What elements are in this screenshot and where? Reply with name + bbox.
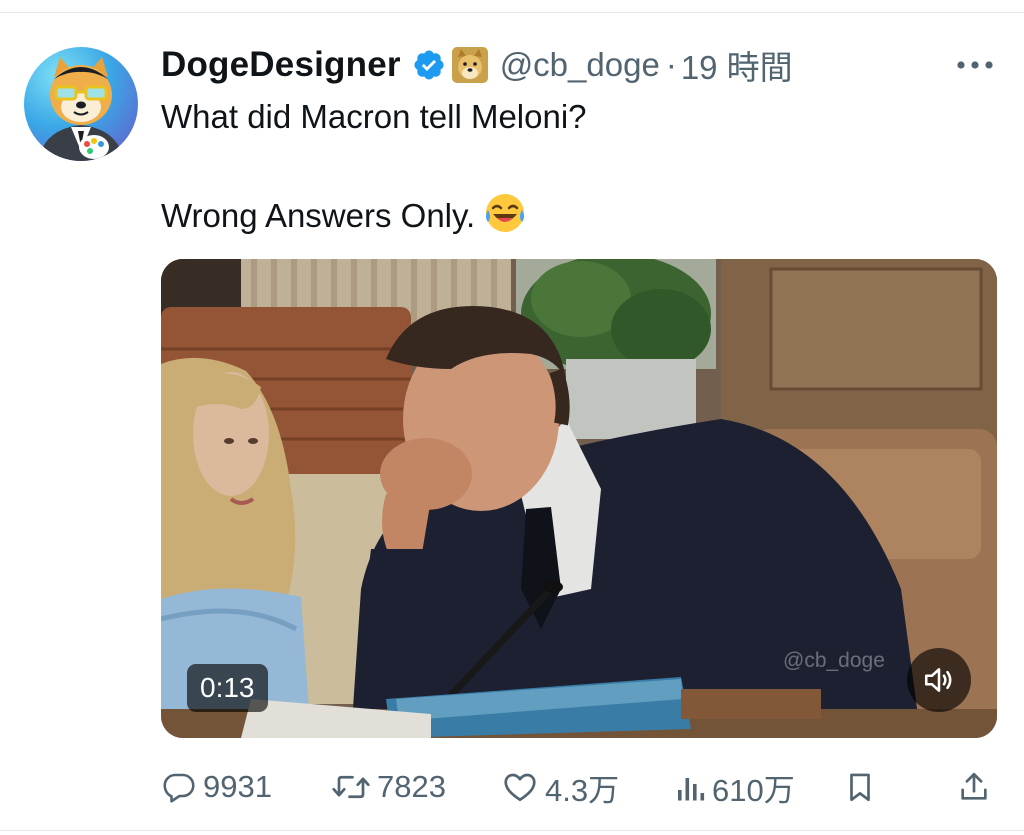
like-icon <box>504 773 536 802</box>
bookmark-icon <box>850 773 870 802</box>
share-button[interactable] <box>957 764 991 810</box>
repost-icon <box>332 775 370 799</box>
video-duration-badge: 0:13 <box>187 664 268 712</box>
handle[interactable]: @cb_doge <box>500 46 660 84</box>
tweet-text-line-1: What did Macron tell Meloni? <box>161 98 587 135</box>
views-count: 610万 <box>712 772 795 808</box>
separator-dot: · <box>665 46 677 83</box>
top-divider <box>0 12 1024 13</box>
bottom-divider <box>0 830 1024 831</box>
video-player[interactable]: @cb_doge 0:13 <box>161 259 997 738</box>
like-button[interactable]: 4.3万 <box>501 764 619 810</box>
tweet-text-line-2: Wrong Answers Only. <box>161 197 476 234</box>
tweet-action-bar: 9931 7823 4.3万 610万 <box>161 764 997 810</box>
reply-icon <box>163 773 195 803</box>
views-icon <box>678 778 705 801</box>
share-icon <box>961 772 987 800</box>
speaker-icon <box>924 668 952 692</box>
display-name[interactable]: DogeDesigner <box>161 45 401 85</box>
mute-toggle-button[interactable] <box>907 648 971 712</box>
video-watermark: @cb_doge <box>783 649 885 672</box>
views-button[interactable]: 610万 <box>674 764 795 810</box>
bookmark-button[interactable] <box>843 764 877 810</box>
reply-button[interactable]: 9931 <box>161 764 272 810</box>
verified-badge-icon[interactable] <box>412 48 446 82</box>
tweet-header: DogeDesigner @cb_doge · 19 時間 <box>161 40 793 90</box>
tweet-text: What did Macron tell Meloni? Wrong Answe… <box>161 92 587 240</box>
avatar[interactable] <box>24 47 138 161</box>
more-icon[interactable] <box>954 55 996 75</box>
repost-button[interactable]: 7823 <box>331 764 446 810</box>
reply-count: 9931 <box>203 769 272 804</box>
laughing-emoji-icon <box>483 191 527 235</box>
tweet-text-line-2-wrap: Wrong Answers Only. <box>161 191 587 240</box>
doge-emoji-icon <box>451 47 488 83</box>
timestamp[interactable]: 19 時間 <box>681 41 793 89</box>
repost-count: 7823 <box>377 769 446 804</box>
like-count: 4.3万 <box>545 772 620 808</box>
